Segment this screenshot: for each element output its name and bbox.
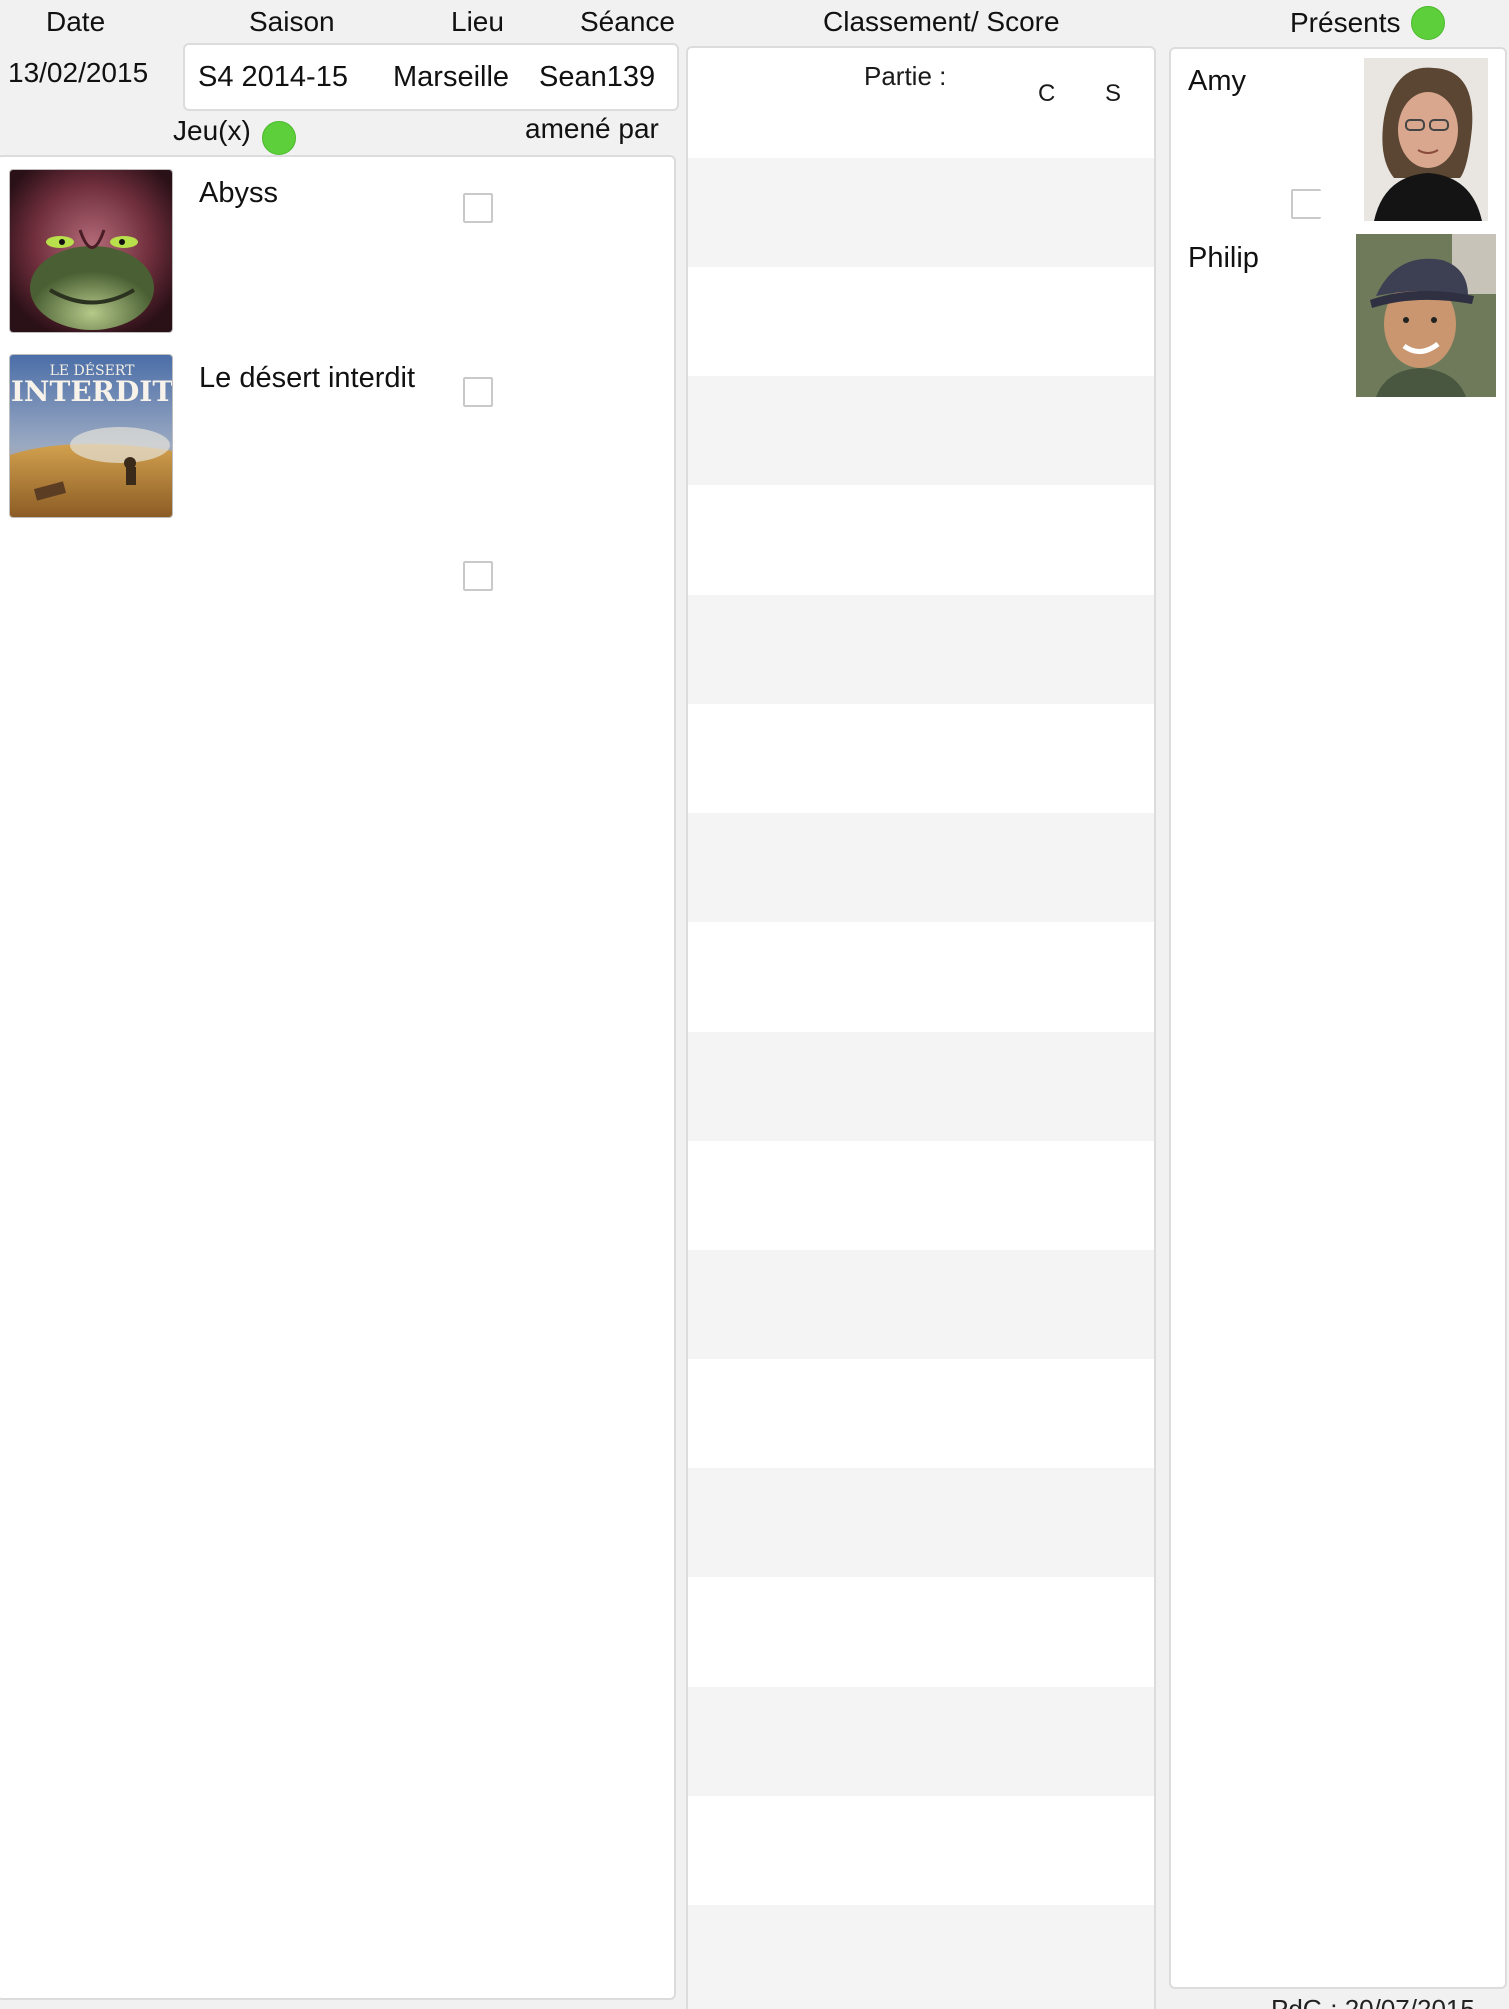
partie-label: Partie :	[864, 61, 947, 91]
session-id: Sean139	[539, 61, 656, 93]
session-label: Séance	[580, 6, 675, 37]
game-checkbox[interactable]	[463, 561, 493, 591]
ranking-label: Classement/ Score	[823, 6, 1060, 37]
game-name[interactable]: Abyss	[199, 177, 278, 210]
scores-panel: Partie : C S	[686, 46, 1156, 2009]
present-status-icon[interactable]	[1411, 6, 1445, 40]
abyss-cover-image[interactable]	[9, 169, 173, 333]
score-row	[688, 158, 1154, 267]
score-column-c: C	[1038, 80, 1056, 107]
player-checkbox[interactable]	[1291, 189, 1321, 219]
amy-portrait-image	[1364, 58, 1488, 221]
games-label: Jeu(x)	[173, 115, 251, 146]
score-row	[688, 1250, 1154, 1359]
score-row	[688, 813, 1154, 922]
score-row	[688, 595, 1154, 704]
score-row	[688, 1905, 1154, 2009]
session-season: S4 2014-15	[198, 61, 348, 93]
desert-interdit-cover-image[interactable]: LE DÉSERT INTERDIT	[9, 354, 173, 518]
season-label: Saison	[249, 6, 335, 37]
game-checkbox[interactable]	[463, 377, 493, 407]
portrait-icon	[1356, 234, 1496, 397]
player-name[interactable]: Philip	[1188, 242, 1259, 275]
score-row	[688, 376, 1154, 485]
place-label: Lieu	[451, 6, 504, 37]
portrait-icon	[1364, 58, 1488, 221]
present-label: Présents	[1290, 7, 1401, 38]
score-row	[688, 1687, 1154, 1796]
game-checkbox[interactable]	[463, 193, 493, 223]
date-label: Date	[46, 6, 106, 37]
score-row	[688, 1468, 1154, 1577]
svg-text:INTERDIT: INTERDIT	[11, 375, 173, 408]
score-row	[688, 1032, 1154, 1141]
monster-face-icon	[10, 170, 172, 332]
philip-portrait-image	[1356, 234, 1496, 397]
games-status-icon[interactable]	[262, 121, 296, 155]
session-place: Marseille	[393, 61, 510, 93]
score-column-s: S	[1105, 80, 1122, 107]
session-date: 13/02/2015	[8, 57, 149, 88]
brought-by-label: amené par	[525, 113, 659, 144]
games-panel: Abyss LE DÉSERT INTERDIT Le désert inter…	[0, 155, 676, 2000]
desert-scene-icon: LE DÉSERT INTERDIT	[10, 355, 173, 517]
player-name[interactable]: Amy	[1188, 65, 1246, 98]
players-panel: Amy Philip	[1169, 47, 1507, 1989]
game-name[interactable]: Le désert interdit	[199, 362, 415, 395]
footer-note: PdG : 20/07/2015	[1271, 1994, 1475, 2009]
session-info-box: S4 2014-15 Marseille Sean139	[183, 43, 679, 111]
